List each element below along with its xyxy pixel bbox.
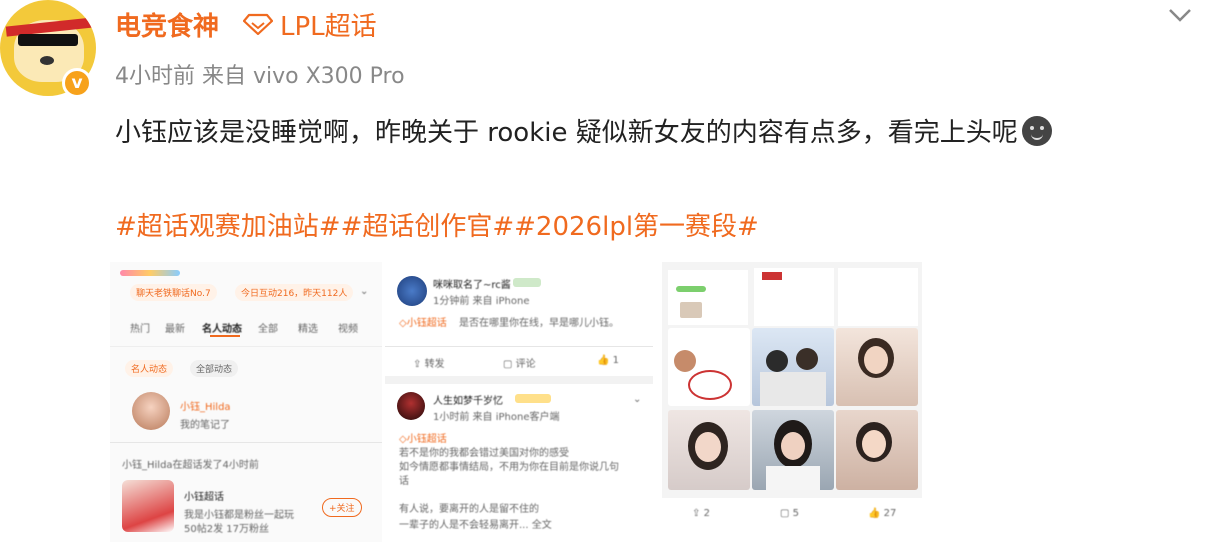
- notice-text: 小钰_Hilda在超话发了4小时前: [122, 460, 259, 471]
- topic-stats: 50帖2发 17万粉丝: [184, 524, 269, 535]
- p2-user1-time: 1分钟前 来自 iPhone: [433, 296, 530, 307]
- p2-user2[interactable]: 人生如梦千岁忆: [433, 392, 503, 407]
- tab-all[interactable]: 全部: [258, 320, 278, 335]
- super-topic-link[interactable]: LPL超话: [280, 6, 377, 43]
- tab-video[interactable]: 视频: [338, 320, 358, 335]
- verified-badge-icon: v: [62, 68, 92, 98]
- tab-celebrity[interactable]: 名人动态: [202, 320, 242, 335]
- screenshot-image-2[interactable]: 咪咪取名了~rc酱 1分钟前 来自 iPhone ◇小钰超话 是否在哪里你在线，…: [385, 262, 653, 542]
- user1-sub: 我的笔记了: [180, 420, 230, 431]
- p2-user1[interactable]: 咪咪取名了~rc酱: [433, 276, 511, 291]
- filter-celebrity[interactable]: 名人动态: [125, 360, 174, 377]
- p2-like-button[interactable]: 👍 1: [597, 355, 619, 366]
- tab-hot[interactable]: 热门: [130, 320, 150, 335]
- p2-post2-l3: 话: [399, 476, 409, 487]
- p3-comment-button[interactable]: ▢ 5: [780, 508, 799, 519]
- filter-all[interactable]: 全部动态: [190, 360, 239, 377]
- user-avatar[interactable]: v: [0, 0, 100, 100]
- p2-topic-tag[interactable]: ◇小钰超话: [399, 314, 447, 329]
- user1-name[interactable]: 小钰_Hilda: [180, 398, 231, 413]
- p2-post2-l2: 如今情愿都事情结局，不用为你在目前是你说几句: [399, 462, 619, 473]
- post-meta: 4小时前 来自 vivo X300 Pro: [115, 64, 405, 89]
- topic-desc: 我是小钰都是粉丝一起玩: [184, 510, 294, 521]
- topic-name[interactable]: 小钰超话: [184, 488, 224, 503]
- smile-emoji-icon: [1021, 116, 1052, 146]
- post-text: 小钰应该是没睡觉啊，昨晚关于 rookie 疑似新女友的内容有点多，看完上头呢: [115, 112, 1052, 149]
- follow-button[interactable]: +关注: [322, 498, 362, 517]
- p3-repost-button[interactable]: ⇪ 2: [692, 508, 710, 519]
- p2-post2-l5: 一辈子的人是不会轻易离开... 全文: [399, 520, 552, 531]
- p2-post2-l1: 若不是你的我都会错过美国对你的感受: [399, 448, 569, 459]
- diamond-icon: [243, 13, 273, 35]
- stats-badge: 今日互动216，昨天112人: [235, 284, 354, 301]
- chevron-down-icon[interactable]: [1167, 6, 1193, 24]
- p2-post1: 是否在哪里你在线，早是哪儿小钰。: [459, 318, 619, 329]
- screenshot-image-3[interactable]: ⇪ 2 ▢ 5 👍 27: [662, 262, 922, 534]
- rank-badge: 聊天老铁聊话No.7: [130, 284, 217, 301]
- tab-featured[interactable]: 精选: [298, 320, 318, 335]
- hashtag-links[interactable]: #超话观赛加油站##超话创作官##2026lpl第一赛段#: [115, 206, 759, 243]
- screenshot-image-1[interactable]: 聊天老铁聊话No.7 今日互动216，昨天112人 ⌄ 热门 最新 名人动态 全…: [110, 262, 382, 542]
- p3-like-button[interactable]: 👍 27: [868, 508, 896, 519]
- username-link[interactable]: 电竞食神: [115, 6, 219, 43]
- p2-post2-l4: 有人说，要离开的人是留不住的: [399, 504, 539, 515]
- p2-user2-time: 1小时前 来自 iPhone客户端: [433, 412, 560, 423]
- p2-repost-button[interactable]: ⇪ 转发: [413, 355, 445, 370]
- tab-new[interactable]: 最新: [165, 320, 185, 335]
- p2-topic-tag-2[interactable]: ◇小钰超话: [399, 430, 447, 445]
- p2-comment-button[interactable]: ▢ 评论: [503, 355, 536, 370]
